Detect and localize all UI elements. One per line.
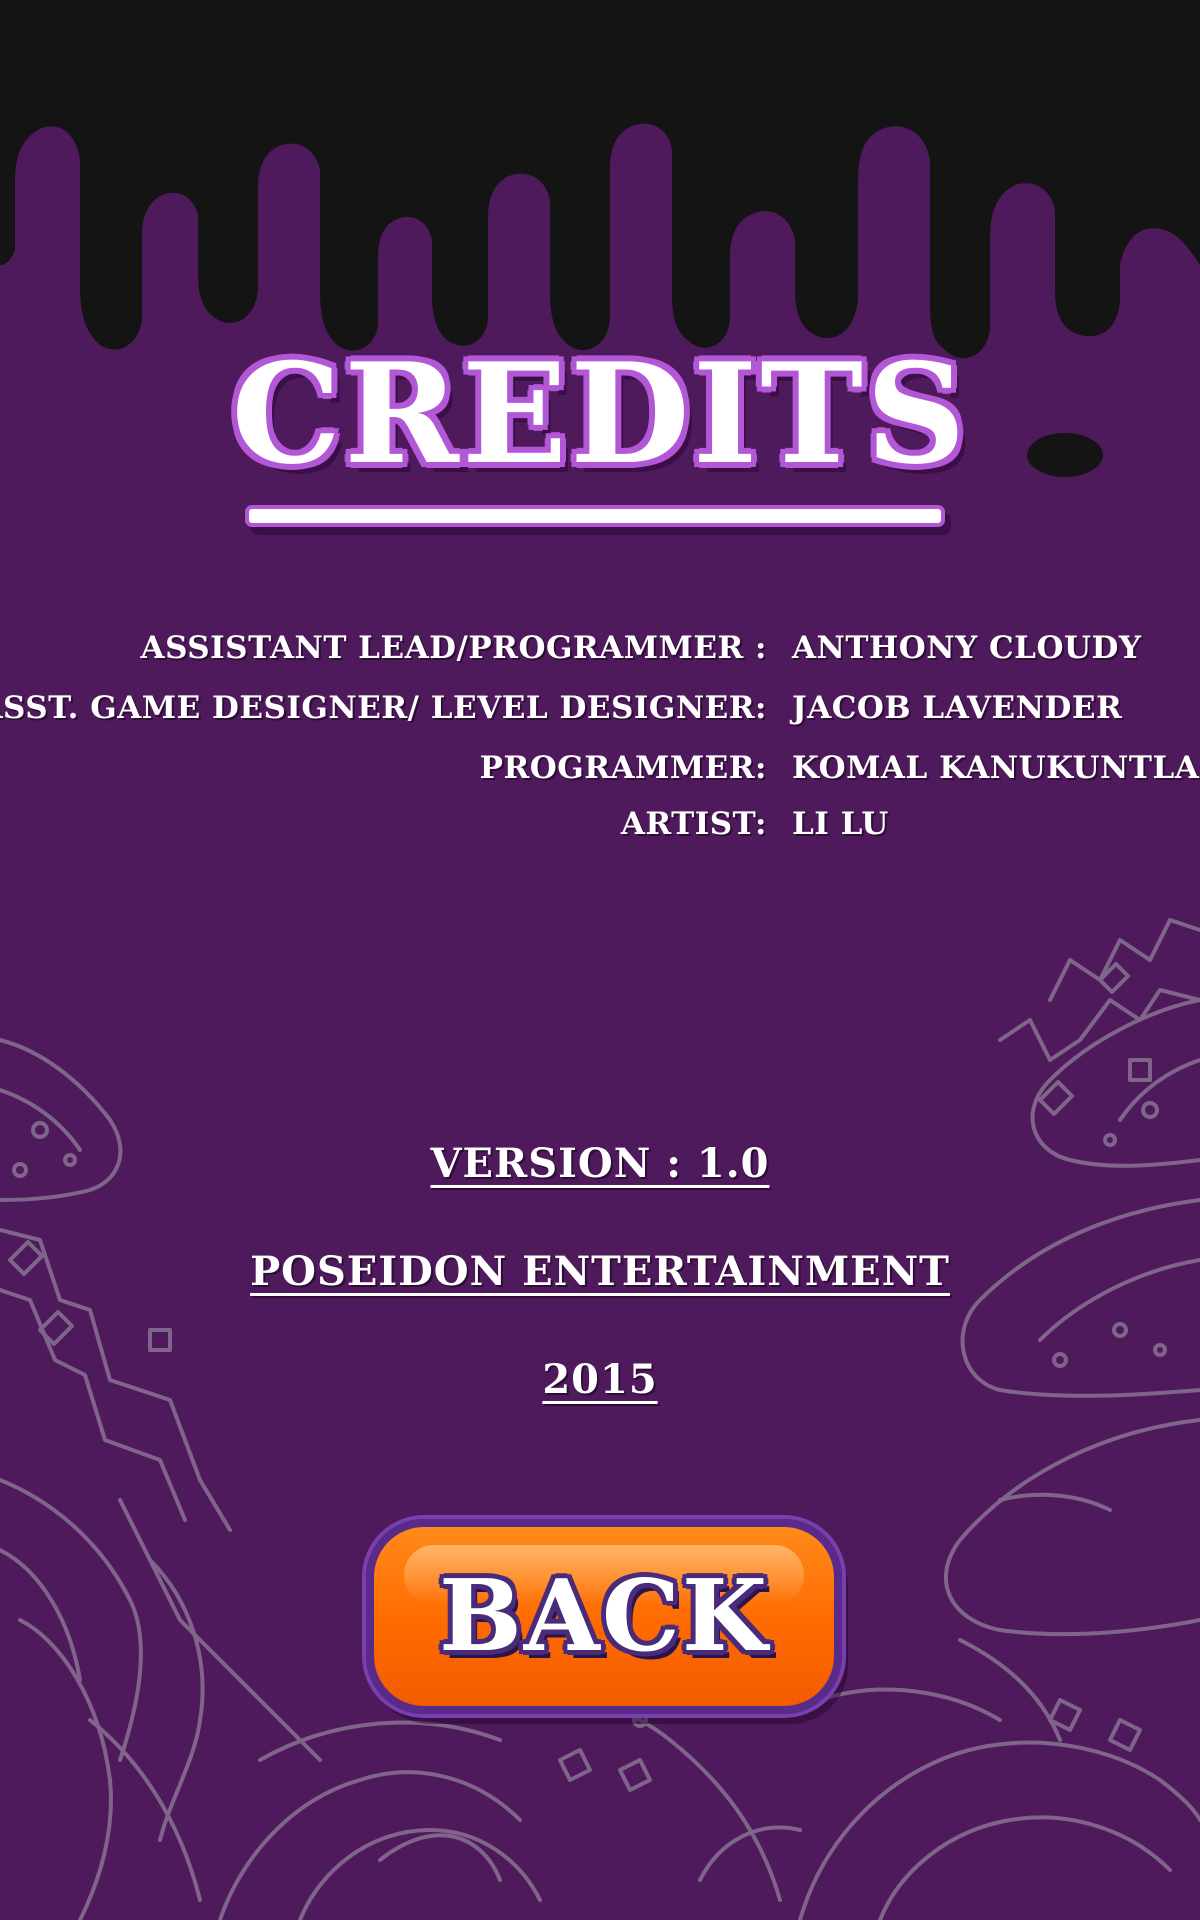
credit-row: PROGRAMMER: KOMAL KANUKUNTLA	[0, 750, 1200, 810]
year-text: 2015	[542, 1356, 658, 1403]
credit-row: ASSISTANT LEAD/PROGRAMMER : ANTHONY CLOU…	[0, 630, 1200, 690]
credits-title: CREDITS	[231, 332, 969, 495]
studio-name: POSEIDON ENTERTAINMENT	[250, 1248, 950, 1295]
credit-role: ARTIST:	[620, 806, 767, 842]
credit-role: ASSISTANT LEAD/PROGRAMMER :	[140, 630, 767, 666]
credit-name: JACOB LAVENDER	[792, 690, 1123, 726]
credit-row: ARTIST: LI LU	[0, 806, 1200, 862]
credit-role: ASST. GAME DESIGNER/ LEVEL DESIGNER:	[0, 690, 767, 726]
credit-name: ANTHONY CLOUDY	[792, 630, 1142, 666]
title-underline	[245, 505, 945, 527]
studio-line: POSEIDON ENTERTAINMENT	[0, 1248, 1200, 1295]
credit-role: PROGRAMMER:	[479, 750, 767, 786]
credit-name: KOMAL KANUKUNTLA	[792, 750, 1200, 786]
credit-name: LI LU	[792, 806, 889, 842]
credits-list: ASSISTANT LEAD/PROGRAMMER : ANTHONY CLOU…	[0, 630, 1200, 866]
title-container: CREDITS	[0, 345, 1200, 483]
version-line: VERSION : 1.0	[0, 1140, 1200, 1187]
version-text: VERSION : 1.0	[430, 1140, 770, 1187]
back-button-label: BACK	[438, 1559, 770, 1674]
back-button[interactable]: BACK	[366, 1519, 842, 1714]
year-line: 2015	[0, 1356, 1200, 1403]
credit-row: ASST. GAME DESIGNER/ LEVEL DESIGNER: JAC…	[0, 690, 1200, 750]
